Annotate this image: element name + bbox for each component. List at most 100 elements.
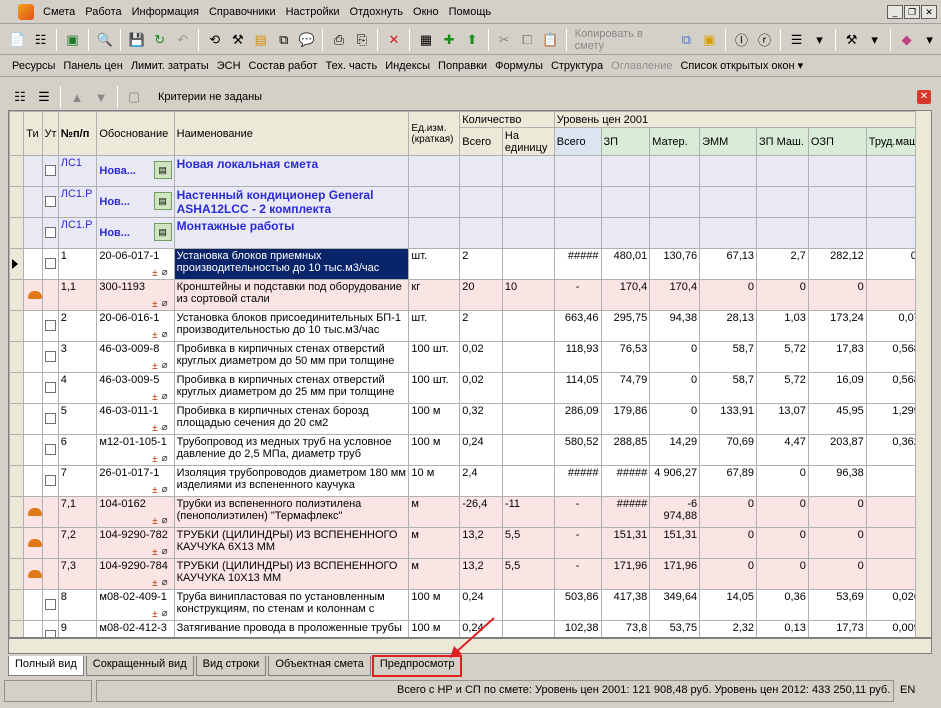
cell-ut[interactable] bbox=[41, 186, 59, 218]
header-basis[interactable]: Обоснование bbox=[96, 111, 175, 156]
tools-icon[interactable]: ⚒ bbox=[227, 29, 248, 51]
print2-icon[interactable]: ⎘ bbox=[351, 29, 372, 51]
menu-smeta[interactable]: Смета bbox=[38, 1, 80, 23]
header-l-ozp[interactable]: ОЗП bbox=[807, 127, 867, 156]
row-checkbox[interactable] bbox=[44, 599, 56, 610]
clipboard-icon[interactable]: ▣ bbox=[699, 29, 720, 51]
cell-ut[interactable] bbox=[41, 403, 59, 435]
hammer-icon[interactable]: ⚒ bbox=[841, 29, 862, 51]
comment-icon[interactable]: 💬 bbox=[296, 29, 317, 51]
row-checkbox[interactable] bbox=[44, 351, 56, 362]
cell-ut[interactable] bbox=[41, 558, 59, 590]
section-row[interactable]: ЛС1.Р Нов... ▤ Настенный кондиционер Gene… bbox=[9, 186, 930, 218]
cell-qty[interactable]: -26,4 bbox=[459, 496, 503, 528]
expand-tree-icon[interactable]: ☷ bbox=[9, 86, 31, 108]
table-row[interactable]: 3 46-03-009-8 ± ⌀ Пробивка в кирпичных сте… bbox=[9, 341, 930, 373]
cell-name[interactable]: Изоляция трубопроводов диаметром 180 мм … bbox=[173, 465, 410, 497]
cell-ut[interactable] bbox=[41, 620, 59, 637]
tab-object-estimate[interactable]: Объектная смета bbox=[268, 656, 371, 676]
row-checkbox[interactable] bbox=[44, 165, 56, 176]
cell-qty[interactable]: 13,2 bbox=[459, 558, 503, 590]
hierarchy-icon[interactable]: ⧉ bbox=[273, 29, 294, 51]
section-row[interactable]: ЛС1.Р Нов... ▤ Монтажные работы bbox=[9, 217, 930, 249]
cell-ut[interactable] bbox=[41, 496, 59, 528]
collapse-tree-icon[interactable]: ☰ bbox=[33, 86, 55, 108]
dropdown3-icon[interactable]: ▾ bbox=[919, 29, 940, 51]
paste-icon[interactable]: 📋 bbox=[540, 29, 561, 51]
menu-otdohnut[interactable]: Отдохнуть bbox=[345, 1, 409, 23]
cell-name[interactable]: Кронштейны и подставки под оборудование … bbox=[173, 279, 410, 311]
header-l-mat[interactable]: Матер. bbox=[649, 127, 701, 156]
header-ut[interactable]: Ут bbox=[41, 111, 59, 156]
row-checkbox[interactable] bbox=[44, 227, 56, 238]
cell-per[interactable] bbox=[501, 341, 555, 373]
table-row[interactable]: 5 46-03-011-1 ± ⌀ Пробивка в кирпичных сте… bbox=[9, 403, 930, 435]
cell-ut[interactable] bbox=[41, 279, 59, 311]
btn-open-windows[interactable]: Список открытых окон ▾ bbox=[676, 59, 807, 72]
cell-ut[interactable] bbox=[41, 372, 59, 404]
list-icon[interactable]: ☰ bbox=[786, 29, 807, 51]
up-icon[interactable]: ⬆ bbox=[462, 29, 483, 51]
dropdown2-icon[interactable]: ▾ bbox=[864, 29, 885, 51]
row-checkbox[interactable] bbox=[44, 382, 56, 393]
sync-icon[interactable]: ⟲ bbox=[204, 29, 225, 51]
cell-ut[interactable] bbox=[41, 341, 59, 373]
restore-icon[interactable]: ❐ bbox=[904, 5, 920, 19]
cell-qty[interactable]: 0,02 bbox=[459, 341, 503, 373]
new-doc-icon[interactable]: 📄 bbox=[7, 29, 28, 51]
section-row[interactable]: ЛС1 Нова... ▤ Новая локальная смета bbox=[9, 155, 930, 187]
cell-ut[interactable] bbox=[41, 217, 59, 249]
row-checkbox[interactable] bbox=[44, 413, 56, 424]
menu-nastroiki[interactable]: Настройки bbox=[281, 1, 345, 23]
cell-qty[interactable]: 13,2 bbox=[459, 527, 503, 559]
table-row[interactable]: 7,3 104-9290-784 ± ⌀ ТРУБКИ (ЦИЛИНДРЫ) ИЗ … bbox=[9, 558, 930, 590]
table-row[interactable]: 1 20-06-017-1 ± ⌀ Установка блоков приемны… bbox=[9, 248, 930, 280]
cell-ut[interactable] bbox=[41, 527, 59, 559]
table-row[interactable]: 4 46-03-009-5 ± ⌀ Пробивка в кирпичных сте… bbox=[9, 372, 930, 404]
btn-indexes[interactable]: Индексы bbox=[381, 60, 434, 72]
tree-icon[interactable]: ☷ bbox=[30, 29, 51, 51]
header-l-zpm[interactable]: ЗП Маш. bbox=[756, 127, 809, 156]
menu-pomosh[interactable]: Помощь bbox=[444, 1, 497, 23]
row-checkbox[interactable] bbox=[44, 630, 56, 637]
cell-qty[interactable]: 0,02 bbox=[459, 372, 503, 404]
search-icon[interactable]: 🔍 bbox=[94, 29, 115, 51]
cell-qty[interactable]: 0,32 bbox=[459, 403, 503, 435]
cell-per[interactable]: 5,5 bbox=[501, 558, 555, 590]
btn-tech-part[interactable]: Тех. часть bbox=[321, 60, 381, 72]
table-row[interactable]: 7,2 104-9290-782 ± ⌀ ТРУБКИ (ЦИЛИНДРЫ) ИЗ … bbox=[9, 527, 930, 559]
cell-qty[interactable]: 0,24 bbox=[459, 434, 503, 466]
save-icon[interactable]: 💾 bbox=[126, 29, 147, 51]
cell-ut[interactable] bbox=[41, 465, 59, 497]
folder-icon[interactable]: ▤ bbox=[250, 29, 271, 51]
cell-qty[interactable]: 2 bbox=[459, 248, 503, 280]
insert-icon[interactable]: ▦ bbox=[415, 29, 436, 51]
cell-name[interactable]: ТРУБКИ (ЦИЛИНДРЫ) ИЗ ВСПЕНЕННОГО КАУЧУКА… bbox=[173, 558, 410, 590]
cut-icon[interactable]: ✂ bbox=[494, 29, 515, 51]
header-l-zp[interactable]: ЗП bbox=[600, 127, 651, 156]
vertical-scrollbar[interactable] bbox=[915, 111, 931, 637]
header-l-emm[interactable]: ЭММ bbox=[699, 127, 758, 156]
cell-per[interactable] bbox=[501, 434, 555, 466]
row-checkbox[interactable] bbox=[44, 320, 56, 331]
minimize-icon[interactable]: _ bbox=[887, 5, 903, 19]
row-checkbox[interactable] bbox=[44, 258, 56, 269]
cell-per[interactable] bbox=[501, 620, 555, 637]
cell-per[interactable] bbox=[501, 248, 555, 280]
ls-icon[interactable]: ⓛ bbox=[731, 29, 752, 51]
btn-esn[interactable]: ЭСН bbox=[213, 60, 245, 72]
btn-resources[interactable]: Ресурсы bbox=[8, 60, 59, 72]
tab-short-view[interactable]: Сокращенный вид bbox=[85, 656, 194, 676]
header-name[interactable]: Наименование bbox=[173, 111, 410, 156]
cell-per[interactable] bbox=[501, 310, 555, 342]
cell-name[interactable]: Труба винипластовая по установленным кон… bbox=[173, 589, 410, 621]
move-down-icon[interactable]: ▼ bbox=[90, 86, 112, 108]
cell-per[interactable] bbox=[501, 372, 555, 404]
tab-full-view[interactable]: Полный вид bbox=[8, 656, 84, 676]
row-checkbox[interactable] bbox=[44, 475, 56, 486]
cell-ut[interactable] bbox=[41, 589, 59, 621]
menu-rabota[interactable]: Работа bbox=[80, 1, 126, 23]
cell-ut[interactable] bbox=[41, 248, 59, 280]
btn-corrections[interactable]: Поправки bbox=[434, 60, 491, 72]
header-unit[interactable]: Ед.изм. (краткая) bbox=[408, 111, 461, 156]
